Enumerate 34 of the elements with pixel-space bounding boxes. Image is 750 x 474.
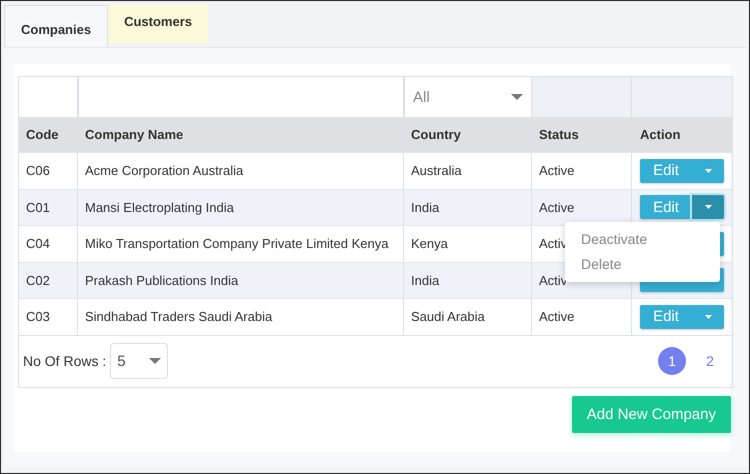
rows-label: No Of Rows : xyxy=(23,353,106,369)
table-cell: Active xyxy=(532,299,632,334)
column-header: Action xyxy=(639,126,682,144)
add-new-company-button[interactable]: Add New Company xyxy=(572,396,731,432)
page-button[interactable]: 2 xyxy=(696,347,724,375)
country-filter-select[interactable]: All xyxy=(405,77,531,117)
column-header: Code xyxy=(19,117,78,152)
caret-icon xyxy=(704,314,712,319)
edit-button[interactable]: Edit xyxy=(640,304,692,329)
table-cell: India xyxy=(404,262,532,298)
caret-icon xyxy=(511,94,523,100)
table-cell: India xyxy=(404,190,532,225)
edit-button[interactable]: Edit xyxy=(640,158,692,183)
rows-per-page-select[interactable]: 5 xyxy=(110,343,168,379)
dropdown-toggle[interactable] xyxy=(692,304,724,329)
column-header: Country xyxy=(404,117,532,152)
table-cell: Saudi Arabia xyxy=(404,299,532,334)
table-cell: C01 xyxy=(19,190,78,225)
column-header: Status xyxy=(532,117,632,152)
tab[interactable]: Customers xyxy=(108,5,208,43)
table-cell: C03 xyxy=(19,299,78,334)
page-button[interactable]: 1 xyxy=(658,347,686,375)
caret-icon xyxy=(149,358,162,364)
table-cell: Sindhabad Traders Saudi Arabia xyxy=(78,299,404,334)
tab[interactable]: Companies xyxy=(4,5,108,47)
dropdown-toggle[interactable] xyxy=(692,158,724,183)
column-header: Company Name xyxy=(78,117,404,152)
caret-icon xyxy=(704,168,712,173)
caret-icon xyxy=(704,205,712,210)
table-cell: Prakash Publications India xyxy=(78,262,404,298)
dropdown-toggle[interactable] xyxy=(692,195,724,220)
table-cell: C02 xyxy=(19,262,78,298)
edit-button[interactable]: Edit xyxy=(640,195,692,220)
table-cell: Mansi Electroplating India xyxy=(78,190,404,225)
